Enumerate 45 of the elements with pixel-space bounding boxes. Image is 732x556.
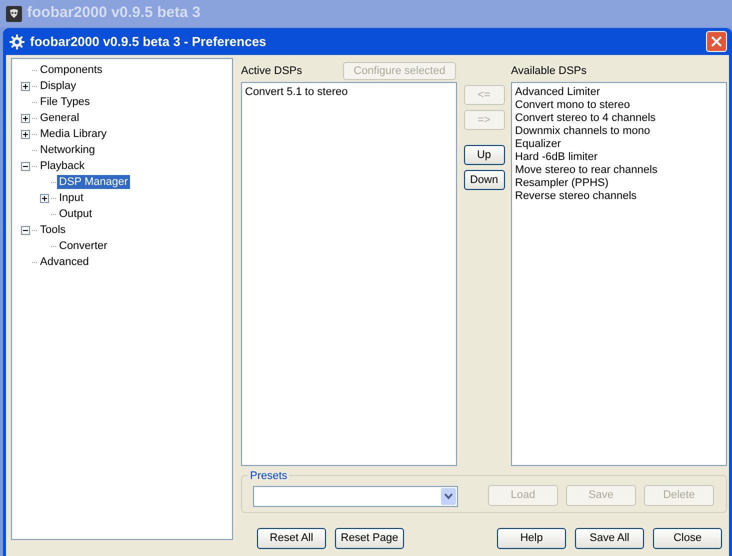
list-item[interactable]: Convert 5.1 to stereo bbox=[245, 86, 348, 99]
list-item[interactable]: Hard -6dB limiter bbox=[515, 151, 598, 164]
collapse-icon[interactable] bbox=[21, 226, 30, 234]
tree-item[interactable]: Advanced bbox=[38, 255, 91, 269]
tree-item[interactable]: Input bbox=[57, 191, 86, 205]
push-button[interactable]: Save All bbox=[575, 528, 644, 549]
preset-dropdown[interactable] bbox=[253, 486, 458, 506]
window-title: foobar2000 v0.9.5 beta 3 - Preferences bbox=[30, 32, 268, 51]
tree-item[interactable]: Output bbox=[57, 207, 94, 221]
expand-icon[interactable] bbox=[21, 130, 30, 138]
expand-icon[interactable] bbox=[21, 82, 30, 90]
push-button[interactable]: Reset All bbox=[257, 528, 326, 549]
list-item[interactable]: Convert stereo to 4 channels bbox=[515, 112, 656, 125]
tree-item[interactable]: Playback bbox=[38, 159, 87, 173]
list-item[interactable]: Resampler (PPHS) bbox=[515, 177, 609, 190]
gear-icon bbox=[9, 34, 25, 50]
list-item[interactable]: Equalizer bbox=[515, 138, 561, 151]
tree-item[interactable]: Display bbox=[38, 79, 78, 93]
list-item[interactable]: Convert mono to stereo bbox=[515, 99, 630, 112]
app-icon bbox=[6, 6, 22, 22]
tree-item[interactable]: Tools bbox=[38, 223, 68, 237]
push-button[interactable]: Close bbox=[653, 528, 722, 549]
tree-item[interactable]: Converter bbox=[57, 239, 110, 253]
push-button[interactable]: Reset Page bbox=[335, 528, 404, 549]
collapse-icon[interactable] bbox=[21, 162, 30, 170]
tree-item[interactable]: Media Library bbox=[38, 127, 109, 141]
list-item[interactable]: Downmix channels to mono bbox=[515, 125, 650, 138]
tree-item[interactable]: Components bbox=[38, 63, 104, 77]
list-item[interactable]: Move stereo to rear channels bbox=[515, 164, 658, 177]
window-title: foobar2000 v0.9.5 beta 3 bbox=[27, 3, 200, 24]
list-item[interactable]: Reverse stereo channels bbox=[515, 190, 637, 203]
close-button[interactable] bbox=[706, 31, 727, 52]
push-button[interactable]: Down bbox=[464, 170, 504, 190]
push-button[interactable]: Up bbox=[464, 145, 504, 165]
expand-icon[interactable] bbox=[40, 194, 49, 202]
tree-item[interactable]: DSP Manager bbox=[57, 175, 130, 189]
panel-label: Available DSPs bbox=[511, 64, 587, 78]
list-item[interactable]: Advanced Limiter bbox=[515, 86, 600, 99]
tree-item[interactable]: Networking bbox=[38, 143, 98, 157]
tree-item[interactable]: File Types bbox=[38, 95, 92, 109]
tree-item[interactable]: General bbox=[38, 111, 82, 125]
expand-icon[interactable] bbox=[21, 114, 30, 122]
panel-label: Active DSPs bbox=[241, 64, 302, 78]
close-icon bbox=[711, 36, 722, 47]
push-button[interactable]: Help bbox=[497, 528, 566, 549]
